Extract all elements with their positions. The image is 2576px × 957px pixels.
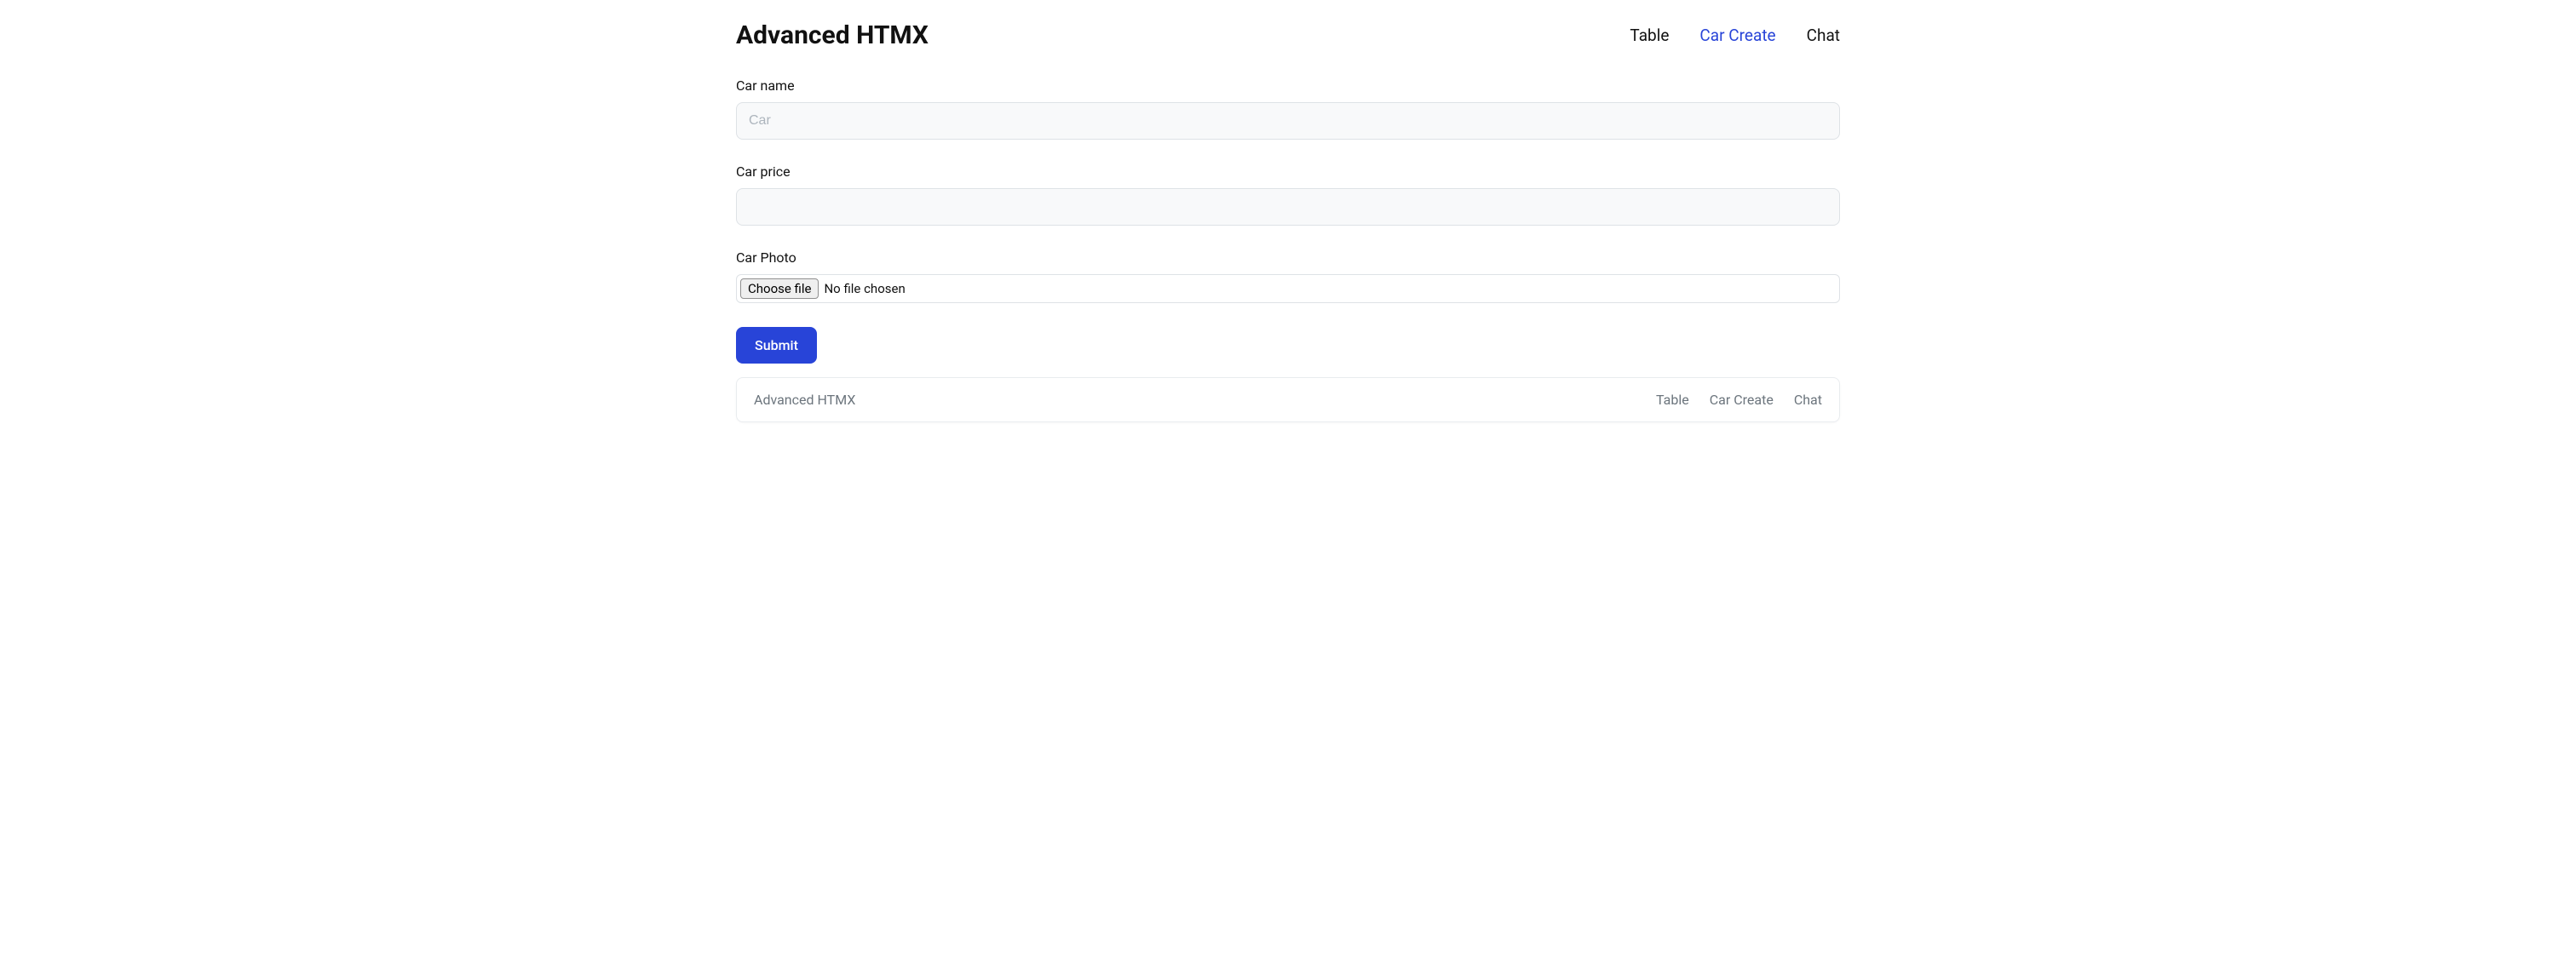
- nav-link-car-create[interactable]: Car Create: [1699, 26, 1775, 45]
- form-group-car-photo: Car Photo Choose file No file chosen: [736, 249, 1840, 303]
- car-price-input[interactable]: [736, 188, 1840, 226]
- car-name-label: Car name: [736, 77, 1840, 94]
- navbar-brand: Advanced HTMX: [736, 20, 929, 50]
- file-status-text: No file chosen: [824, 281, 905, 296]
- footer-link-chat[interactable]: Chat: [1794, 392, 1822, 408]
- top-navbar: Advanced HTMX Table Car Create Chat: [736, 0, 1840, 77]
- footer-nav: Table Car Create Chat: [1656, 392, 1822, 408]
- form-group-car-name: Car name: [736, 77, 1840, 140]
- choose-file-button[interactable]: Choose file: [740, 278, 819, 299]
- footer: Advanced HTMX Table Car Create Chat: [736, 377, 1840, 422]
- footer-link-table[interactable]: Table: [1656, 392, 1689, 408]
- nav-link-table[interactable]: Table: [1630, 26, 1669, 45]
- footer-brand: Advanced HTMX: [754, 392, 855, 408]
- car-photo-input-wrapper[interactable]: Choose file No file chosen: [736, 274, 1840, 303]
- submit-button[interactable]: Submit: [736, 327, 817, 364]
- car-photo-label: Car Photo: [736, 249, 1840, 266]
- navbar-nav: Table Car Create Chat: [1630, 26, 1840, 45]
- nav-link-chat[interactable]: Chat: [1807, 26, 1840, 45]
- car-price-label: Car price: [736, 163, 1840, 180]
- footer-link-car-create[interactable]: Car Create: [1710, 392, 1774, 408]
- car-create-form: Car name Car price Car Photo Choose file…: [736, 77, 1840, 364]
- form-group-car-price: Car price: [736, 163, 1840, 226]
- car-name-input[interactable]: [736, 102, 1840, 140]
